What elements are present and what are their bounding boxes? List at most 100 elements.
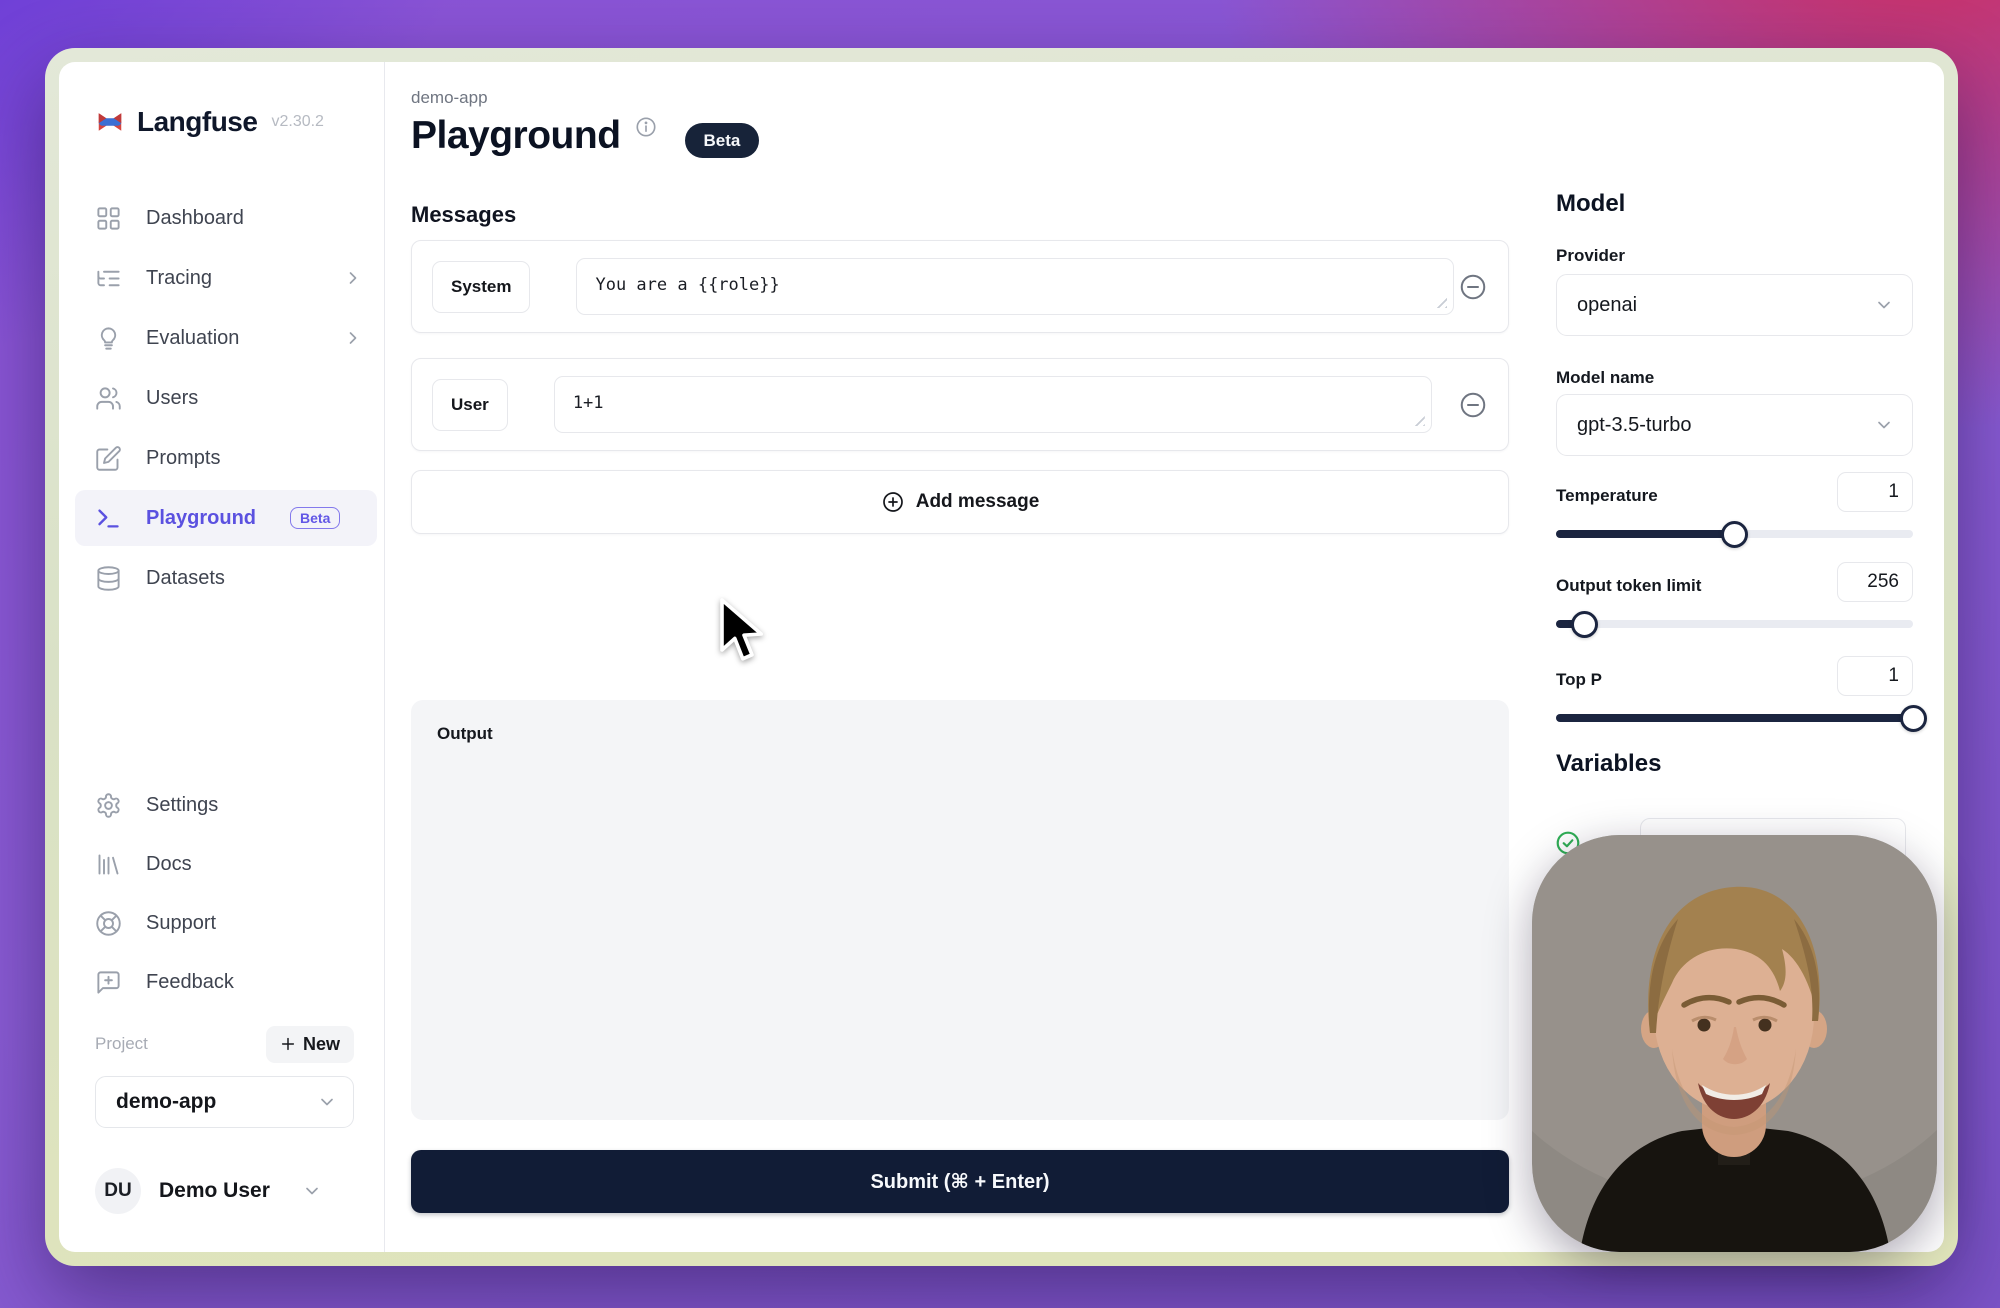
sidebar: Langfuse v2.30.2 Dashboard Tracing — [59, 62, 385, 1252]
chevron-down-icon — [317, 1092, 337, 1112]
avatar: DU — [95, 1168, 141, 1214]
sidebar-item-label: Tracing — [146, 267, 212, 290]
sidebar-item-tracing[interactable]: Tracing — [75, 250, 377, 306]
gear-icon — [95, 792, 122, 819]
sidebar-item-dashboard[interactable]: Dashboard — [75, 190, 377, 246]
sidebar-item-docs[interactable]: Docs — [95, 836, 354, 892]
user-menu[interactable]: DU Demo User — [95, 1168, 354, 1214]
terminal-icon — [95, 505, 122, 532]
chevron-right-icon — [343, 268, 363, 288]
sidebar-item-support[interactable]: Support — [95, 895, 354, 951]
logo-row: Langfuse v2.30.2 — [95, 102, 354, 142]
model-name-label: Model name — [1556, 368, 1654, 388]
users-icon — [95, 385, 122, 412]
role-button[interactable]: User — [432, 379, 508, 431]
sidebar-item-settings[interactable]: Settings — [95, 777, 354, 833]
page-title: Playground — [411, 114, 621, 159]
chevron-down-icon — [1874, 295, 1894, 315]
plus-circle-icon — [881, 490, 905, 514]
output-token-limit-slider[interactable] — [1556, 610, 1913, 638]
top-p-label: Top P — [1556, 670, 1602, 690]
prompts-icon — [95, 445, 122, 472]
top-p-value[interactable]: 1 — [1837, 656, 1913, 696]
variables-heading: Variables — [1556, 750, 1661, 778]
sidebar-nav: Dashboard Tracing Evaluation User — [75, 190, 377, 606]
slider-thumb[interactable] — [1571, 611, 1598, 638]
evaluation-icon — [95, 325, 122, 352]
tracing-icon — [95, 265, 122, 292]
output-panel: Output — [411, 700, 1509, 1120]
slider-fill — [1556, 714, 1913, 722]
sidebar-item-label: Support — [146, 912, 216, 935]
sidebar-item-label: Evaluation — [146, 327, 239, 350]
chevron-down-icon — [302, 1181, 322, 1201]
minus-circle-icon — [1458, 390, 1488, 420]
new-project-button[interactable]: New — [266, 1026, 354, 1063]
sidebar-item-label: Feedback — [146, 971, 234, 994]
library-icon — [95, 851, 122, 878]
remove-message-button[interactable] — [1456, 270, 1490, 304]
sidebar-item-label: Dashboard — [146, 207, 244, 230]
messages-heading: Messages — [411, 202, 516, 228]
model-name-value: gpt-3.5-turbo — [1577, 414, 1692, 437]
playground-beta-chip: Beta — [290, 507, 340, 529]
provider-value: openai — [1577, 294, 1637, 317]
submit-label: Submit (⌘ + Enter) — [870, 1169, 1049, 1194]
add-message-button[interactable]: Add message — [411, 470, 1509, 534]
role-button[interactable]: System — [432, 261, 530, 313]
slider-fill — [1556, 530, 1735, 538]
message-row-system: System You are a {{role}} — [411, 240, 1509, 333]
model-name-select[interactable]: gpt-3.5-turbo — [1556, 394, 1913, 456]
temperature-label: Temperature — [1556, 486, 1658, 506]
info-icon[interactable] — [635, 116, 657, 138]
langfuse-logo-icon — [95, 107, 125, 137]
plus-icon — [280, 1036, 296, 1052]
output-token-limit-label: Output token limit — [1556, 576, 1701, 596]
datasets-icon — [95, 565, 122, 592]
minus-circle-icon — [1458, 272, 1488, 302]
project-label: Project — [95, 1034, 148, 1054]
top-p-slider[interactable] — [1556, 704, 1913, 732]
submit-button[interactable]: Submit (⌘ + Enter) — [411, 1150, 1509, 1213]
sidebar-item-label: Playground — [146, 507, 256, 530]
output-token-limit-value[interactable]: 256 — [1837, 562, 1913, 602]
desktop-background: Langfuse v2.30.2 Dashboard Tracing — [0, 0, 2000, 1308]
page-header: Playground Beta — [411, 114, 759, 159]
remove-message-button[interactable] — [1456, 388, 1490, 422]
chevron-down-icon — [1874, 415, 1894, 435]
message-textarea-wrap: You are a {{role}} — [576, 258, 1454, 315]
slider-thumb[interactable] — [1721, 521, 1748, 548]
system-message-input[interactable]: You are a {{role}} — [576, 258, 1454, 315]
new-project-label: New — [303, 1034, 340, 1055]
sidebar-item-label: Datasets — [146, 567, 225, 590]
temperature-slider[interactable] — [1556, 520, 1913, 548]
sidebar-item-feedback[interactable]: Feedback — [95, 954, 354, 1010]
slider-track — [1556, 714, 1913, 722]
project-row: Project New — [95, 1024, 354, 1064]
lifebuoy-icon — [95, 910, 122, 937]
webcam-overlay — [1532, 835, 1937, 1252]
sidebar-item-prompts[interactable]: Prompts — [75, 430, 377, 486]
add-message-label: Add message — [916, 491, 1040, 513]
sidebar-item-label: Docs — [146, 853, 192, 876]
sidebar-item-label: Settings — [146, 794, 218, 817]
provider-select[interactable]: openai — [1556, 274, 1913, 336]
sidebar-item-users[interactable]: Users — [75, 370, 377, 426]
sidebar-item-label: Prompts — [146, 447, 220, 470]
breadcrumb[interactable]: demo-app — [411, 88, 488, 108]
sidebar-item-evaluation[interactable]: Evaluation — [75, 310, 377, 366]
user-message-input[interactable]: 1+1 — [554, 376, 1432, 433]
provider-label: Provider — [1556, 246, 1625, 266]
slider-track — [1556, 620, 1913, 628]
slider-thumb[interactable] — [1900, 705, 1927, 732]
sidebar-item-datasets[interactable]: Datasets — [75, 550, 377, 606]
sidebar-footer: Settings Docs Support Feedback — [95, 777, 354, 1214]
model-heading: Model — [1556, 190, 1625, 218]
message-textarea-wrap: 1+1 — [554, 376, 1432, 433]
temperature-value[interactable]: 1 — [1837, 472, 1913, 512]
project-select[interactable]: demo-app — [95, 1076, 354, 1128]
sidebar-item-playground[interactable]: Playground Beta — [75, 490, 377, 546]
app-version: v2.30.2 — [271, 113, 323, 131]
user-name: Demo User — [159, 1179, 270, 1203]
message-plus-icon — [95, 969, 122, 996]
